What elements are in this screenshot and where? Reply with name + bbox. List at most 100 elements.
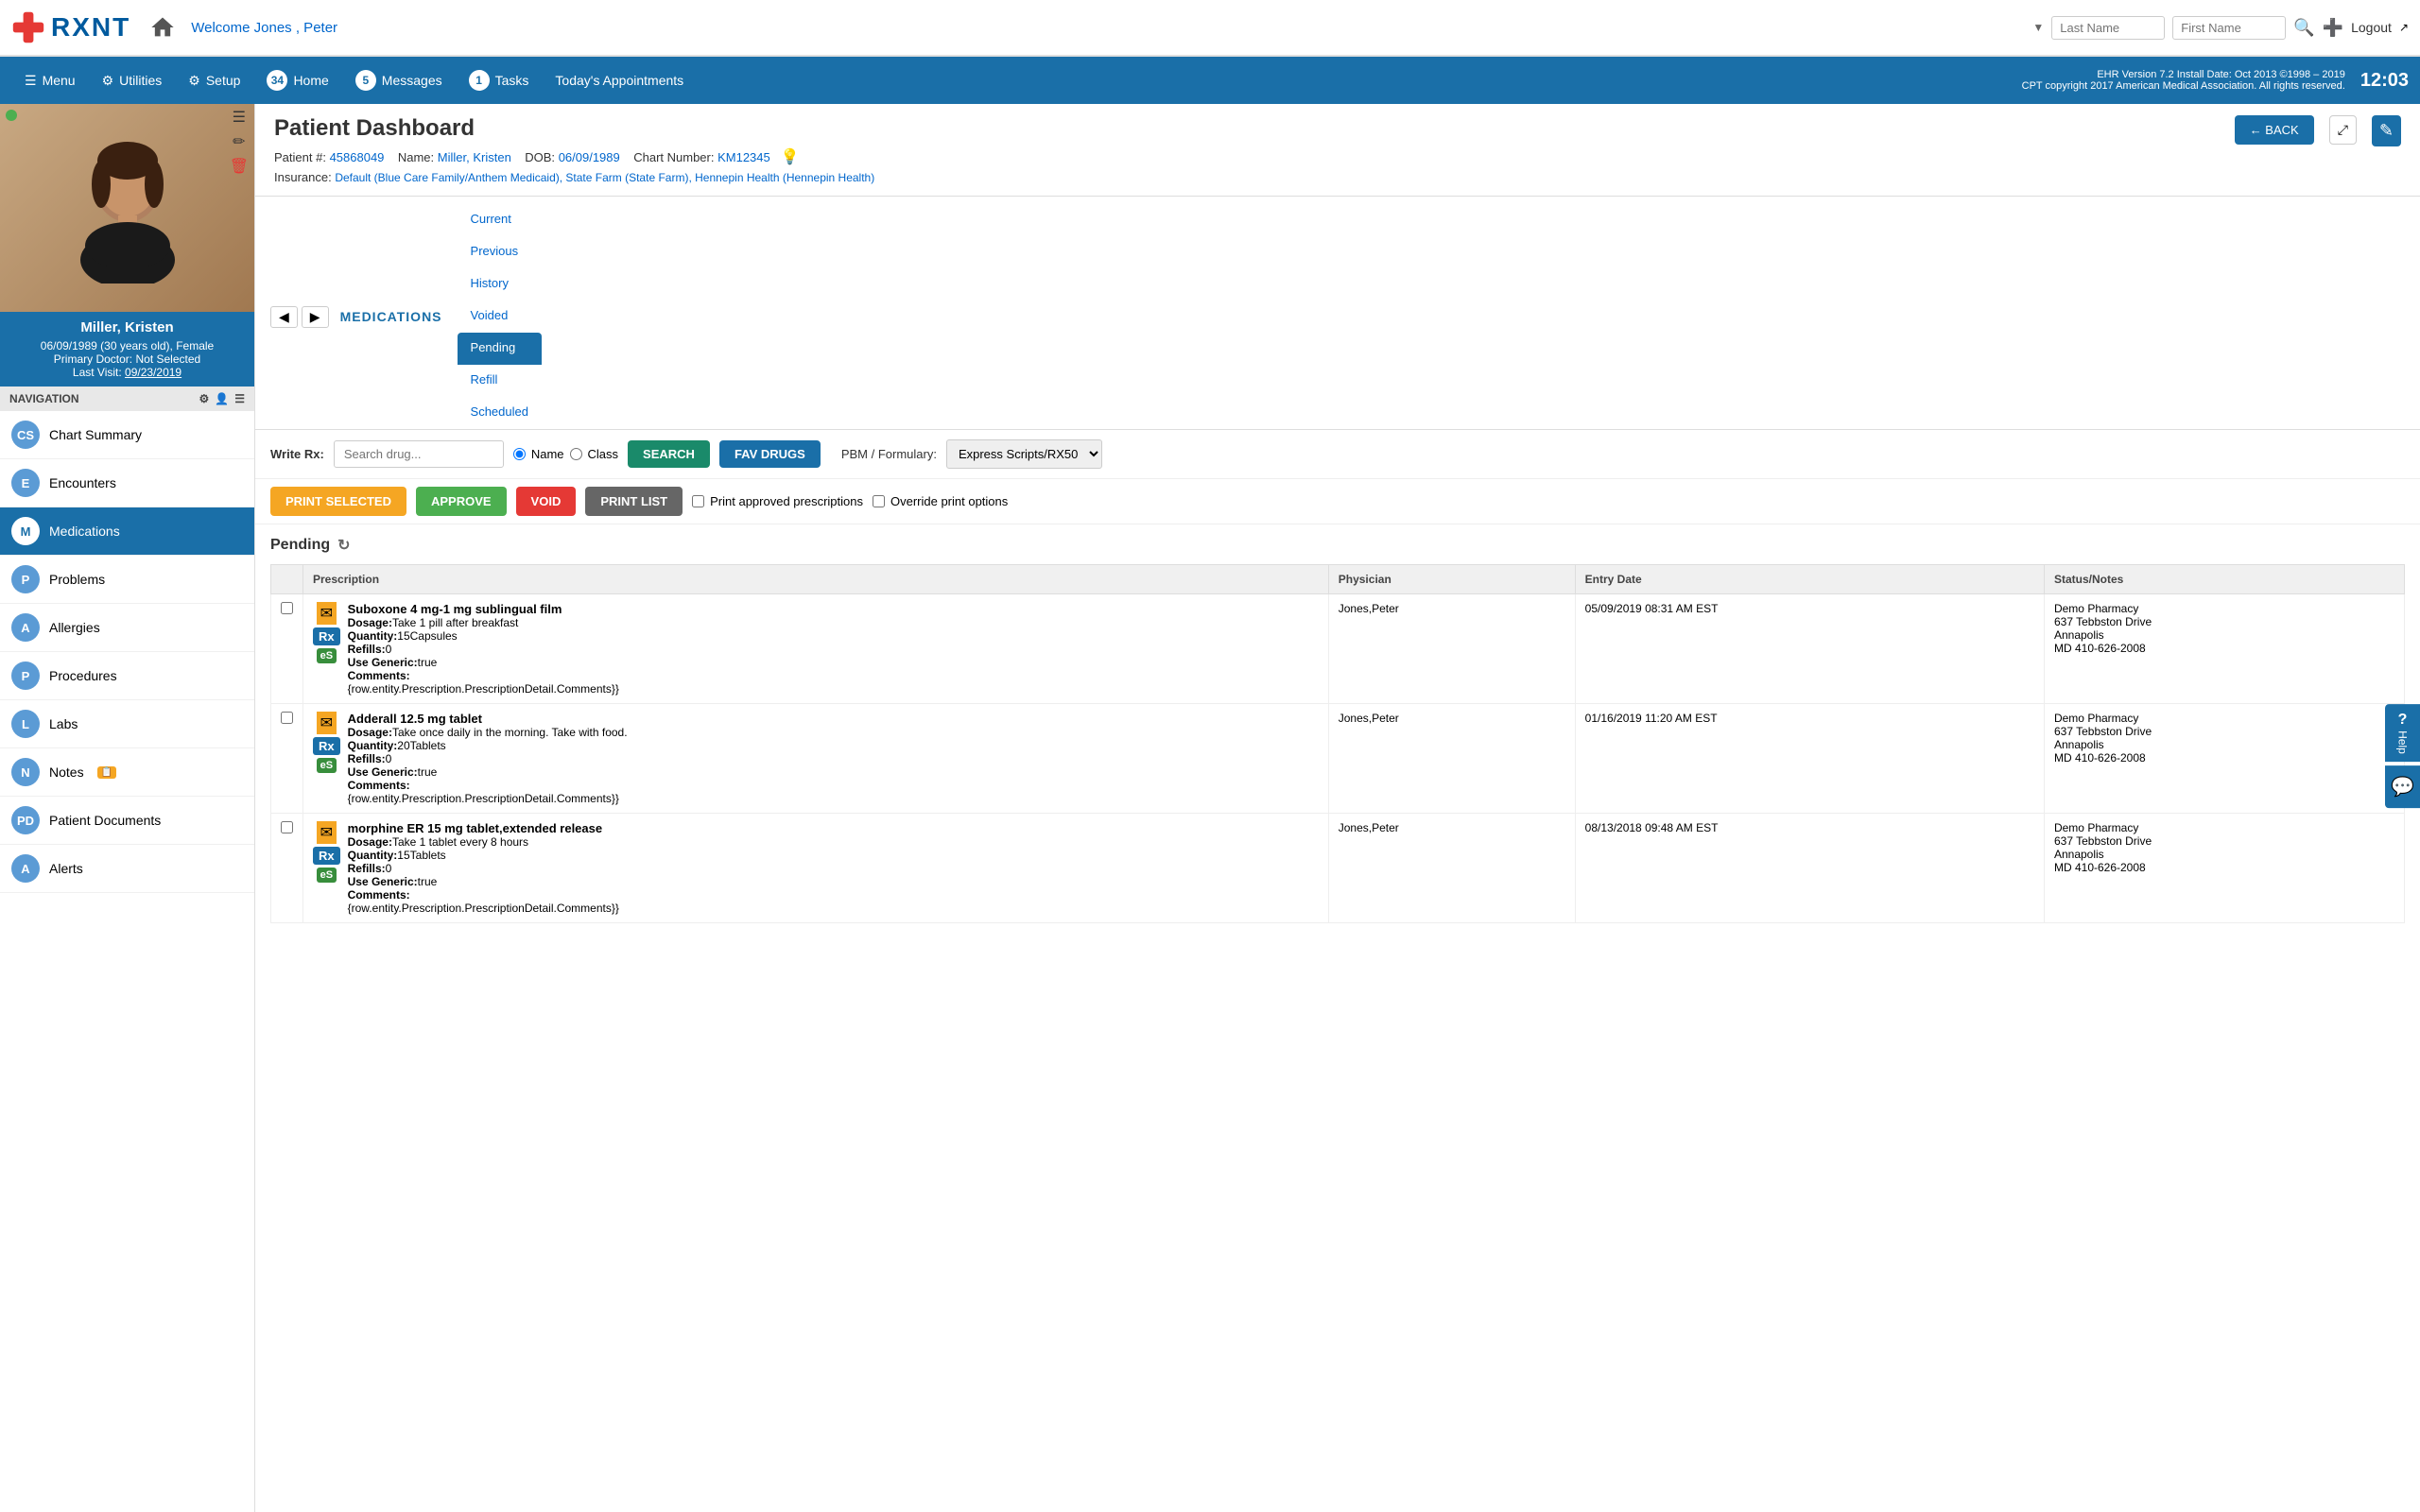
name-radio[interactable] [513, 448, 526, 460]
void-button[interactable]: VOID [516, 487, 577, 516]
header-search-area: ▼ 🔍 ➕ Logout ↗ [2032, 16, 2409, 40]
sidebar-item-e[interactable]: EEncounters [0, 459, 254, 507]
print-selected-button[interactable]: PRINT SELECTED [270, 487, 406, 516]
sidebar-item-pd[interactable]: PDPatient Documents [0, 797, 254, 845]
sidebar-item-l[interactable]: LLabs [0, 700, 254, 748]
print-approved-checkbox[interactable] [692, 495, 704, 507]
prescriptions-table-body: ✉ Rx eS Suboxone 4 mg-1 mg sublingual fi… [271, 594, 2405, 923]
sidebar-item-p2[interactable]: PProcedures [0, 652, 254, 700]
sidebar-item-p1[interactable]: PProblems [0, 556, 254, 604]
fav-drugs-button[interactable]: FAV DRUGS [719, 440, 821, 468]
pbm-label: PBM / Formulary: [841, 447, 937, 461]
tab-history[interactable]: History [458, 268, 542, 301]
tab-pending[interactable]: Pending [458, 333, 542, 365]
nav-circle-a1: A [11, 613, 40, 642]
sidebar-item-m[interactable]: MMedications [0, 507, 254, 556]
nav-tasks[interactable]: 1 Tasks [456, 57, 543, 104]
sidebar-item-a1[interactable]: A Allergies [0, 604, 254, 652]
print-list-button[interactable]: PRINT LIST [585, 487, 683, 516]
drug-search-input[interactable] [334, 440, 504, 468]
sidebar-item-cs[interactable]: CSChart Summary [0, 411, 254, 459]
nav-menu[interactable]: ☰ Menu [11, 57, 89, 104]
dashboard-header: Patient Dashboard Patient #: 45868049 Na… [255, 104, 2420, 197]
system-clock: 12:03 [2360, 70, 2409, 92]
approve-button[interactable]: APPROVE [416, 487, 507, 516]
nav-circle-n: N [11, 758, 40, 786]
tab-current[interactable]: Current [458, 204, 542, 236]
back-button[interactable]: ← BACK [2235, 115, 2314, 145]
prev-arrow-btn[interactable]: ◀ [270, 306, 298, 328]
override-print-checkbox[interactable] [873, 495, 885, 507]
nav-circle-e: E [11, 469, 40, 497]
sidebar-item-al[interactable]: AAlerts [0, 845, 254, 893]
status-notes-cell-2: Demo Pharmacy 637 Tebbston Drive Annapol… [2044, 814, 2404, 923]
nav-label-al: Alerts [49, 861, 83, 876]
expand-button[interactable]: ⤢ [2329, 115, 2357, 145]
lightbulb-icon: 💡 [781, 149, 800, 165]
patient-photo-area: ☰ ✏ 🗑 [0, 104, 254, 312]
tab-previous[interactable]: Previous [458, 236, 542, 268]
nav-circle-pd: PD [11, 806, 40, 834]
nav-user-icon[interactable]: 👤 [215, 392, 229, 405]
edit-icon-btn[interactable]: ✎ [2372, 115, 2401, 146]
sidebar-item-n[interactable]: NNotes📋 [0, 748, 254, 797]
nav-list-icon[interactable]: ☰ [234, 392, 245, 405]
search-type-radio: Name Class [513, 447, 618, 461]
col-physician: Physician [1328, 565, 1575, 594]
col-prescription: Prescription [303, 565, 1329, 594]
patient-last-visit: Last Visit: 09/23/2019 [9, 366, 245, 379]
main-layout: ☰ ✏ 🗑 Miller, Kristen 06/09/1989 (30 yea… [0, 104, 2420, 1512]
next-arrow-btn[interactable]: ▶ [302, 306, 329, 328]
home-badge: 34 [267, 70, 287, 91]
version-info: EHR Version 7.2 Install Date: Oct 2013 ©… [2022, 69, 2345, 92]
search-button[interactable]: 🔍 [2293, 18, 2314, 38]
add-button[interactable]: ➕ [2323, 18, 2343, 38]
photo-list-btn[interactable]: ☰ [230, 108, 249, 127]
refresh-icon[interactable]: ↻ [337, 536, 350, 555]
row-checkbox-2[interactable] [281, 821, 293, 833]
last-name-input[interactable] [2051, 16, 2165, 40]
patient-primary-doctor: Primary Doctor: Not Selected [9, 352, 245, 366]
logout-button[interactable]: Logout [2351, 20, 2392, 35]
navigation-section-header: NAVIGATION ⚙ 👤 ☰ [0, 387, 254, 411]
tab-scheduled[interactable]: Scheduled [458, 397, 542, 429]
email-icon-2: ✉ [317, 821, 337, 844]
photo-edit-btn[interactable]: ✏ [230, 132, 249, 151]
tasks-badge: 1 [469, 70, 490, 91]
page-title: Patient Dashboard [274, 115, 874, 142]
nav-utilities[interactable]: ⚙ Utilities [89, 57, 176, 104]
nav-circle-m: M [11, 517, 40, 545]
nav-label-a1: Allergies [49, 620, 100, 635]
dashboard-header-left: Patient Dashboard Patient #: 45868049 Na… [274, 115, 874, 188]
content-area: Patient Dashboard Patient #: 45868049 Na… [255, 104, 2420, 1512]
search-button[interactable]: SEARCH [628, 440, 710, 468]
nav-bar: ☰ Menu ⚙ Utilities ⚙ Setup 34 Home 5 Mes… [0, 57, 2420, 104]
pbm-select[interactable]: Express Scripts/RX50 [946, 439, 1102, 469]
logo-area: RXNT [11, 10, 130, 44]
chat-float-button[interactable]: 💬 [2385, 765, 2420, 808]
nav-setup[interactable]: ⚙ Setup [175, 57, 253, 104]
photo-delete-btn[interactable]: 🗑 [230, 157, 249, 176]
nav-home[interactable]: 34 Home [253, 57, 341, 104]
patient-age-gender: 06/09/1989 (30 years old), Female [9, 339, 245, 352]
nav-messages[interactable]: 5 Messages [342, 57, 456, 104]
top-header: RXNT Welcome Jones , Peter ▼ 🔍 ➕ Logout … [0, 0, 2420, 57]
table-row: ✉ Rx eS morphine ER 15 mg tablet,extende… [271, 814, 2405, 923]
tab-refill[interactable]: Refill [458, 365, 542, 397]
help-float-button[interactable]: ? Help [2385, 704, 2420, 762]
class-radio[interactable] [570, 448, 582, 460]
nav-appointments[interactable]: Today's Appointments [542, 73, 697, 88]
patient-meta-line2: Insurance: Default (Blue Care Family/Ant… [274, 170, 874, 184]
home-nav-icon[interactable] [149, 14, 176, 41]
row-checkbox-0[interactable] [281, 602, 293, 614]
dashboard-actions: ← BACK ⤢ ✎ [2235, 115, 2401, 146]
first-name-input[interactable] [2172, 16, 2286, 40]
tab-voided[interactable]: Voided [458, 301, 542, 333]
pending-section: Pending ↻ Prescription Physician Entry D… [255, 524, 2420, 935]
esr-badge-1: eS [317, 758, 337, 773]
nav-settings-icon[interactable]: ⚙ [199, 392, 210, 405]
house-icon [149, 14, 176, 41]
col-status-notes: Status/Notes [2044, 565, 2404, 594]
esr-badge-0: eS [317, 648, 337, 663]
row-checkbox-1[interactable] [281, 712, 293, 724]
